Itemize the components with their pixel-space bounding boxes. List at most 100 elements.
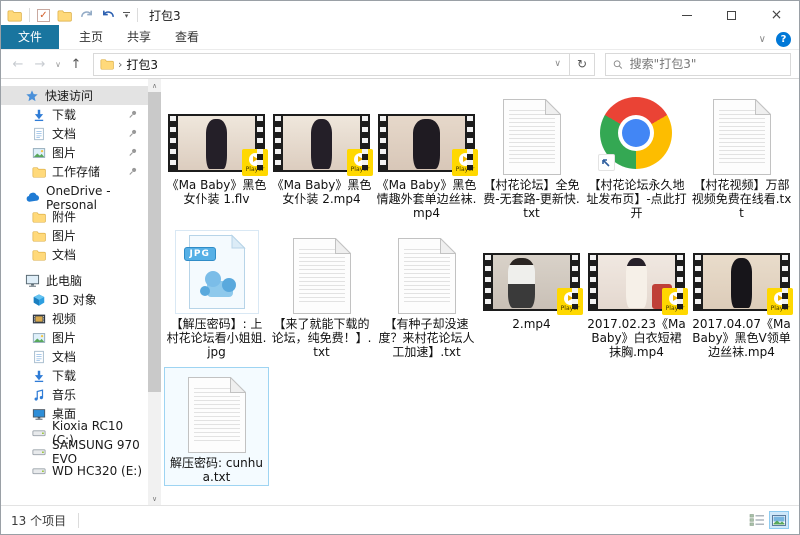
search-input[interactable] [630,57,784,71]
details-view-button[interactable] [749,513,765,527]
sidebar-item-pc-pictures[interactable]: 图片 [1,328,148,347]
text-file-icon [188,377,246,453]
scroll-down-icon[interactable]: ∨ [152,492,157,505]
sidebar-item-label: 下载 [52,367,76,384]
undo-icon[interactable] [101,8,116,23]
sidebar-item-work-storage[interactable]: 工作存储 [1,162,148,181]
back-button[interactable]: ← [9,57,27,72]
thumbnail-view-icon [772,515,786,526]
image-file-frame: JPG [175,230,259,314]
sidebar-item-pictures[interactable]: 图片 [1,143,148,162]
sidebar-item-drive-samsung[interactable]: SAMSUNG 970 EVO [1,442,148,461]
refresh-button[interactable]: ↻ [570,53,595,76]
help-icon[interactable]: ? [776,32,791,47]
new-folder-icon[interactable] [57,8,72,23]
sidebar-scrollbar[interactable]: ∧ ∨ [148,79,161,505]
pin-icon [127,109,138,120]
breadcrumb-chevron-icon[interactable]: › [118,58,122,71]
sidebar-item-downloads[interactable]: 下载 [1,105,148,124]
sidebar-item-this-pc[interactable]: 此电脑 [1,271,148,290]
sidebar-item-label: 下载 [52,106,76,123]
recent-locations-dropdown[interactable]: ∨ [53,60,63,69]
play-icon [459,153,472,166]
video-thumbnail: Player [693,253,790,311]
sidebar-item-pc-documents[interactable]: 文档 [1,347,148,366]
thumbnail-view-button[interactable] [769,511,789,529]
file-name: 《Ma Baby》黑色情趣外套单边丝袜.mp4 [376,178,477,220]
file-item-video-3[interactable]: Player 《Ma Baby》黑色情趣外套单边丝袜.mp4 [374,89,479,222]
tab-home[interactable]: 主页 [67,25,115,49]
drive-icon [32,445,46,459]
sidebar-item-documents[interactable]: 文档 [1,124,148,143]
cube-icon [32,293,46,307]
sidebar-item-3d-objects[interactable]: 3D 对象 [1,290,148,309]
folder-icon [32,248,46,262]
sidebar-item-drive-e[interactable]: WD HC320 (E:) [1,461,148,480]
file-item-txt-3[interactable]: 【来了就能下载的论坛，纯免费！】.txt [269,228,374,361]
text-file-icon [503,99,561,175]
toolbar-separator [137,8,138,22]
document-icon [32,350,46,364]
file-item-txt-selected[interactable]: 解压密码: cunhua.txt [164,367,269,486]
player-badge: Player [557,288,583,315]
file-item-video-2[interactable]: Player 《Ma Baby》黑色女仆装 2.mp4 [269,89,374,222]
expand-ribbon-icon[interactable]: ∨ [759,34,766,45]
pin-icon [127,128,138,139]
file-item-txt-2[interactable]: 【村花视频】万部视频免费在线看.txt [689,89,794,222]
sidebar-item-label: SAMSUNG 970 EVO [52,438,148,466]
file-item-video-4[interactable]: Player 2.mp4 [479,228,584,361]
file-item-video-6[interactable]: Player 2017.04.07《Ma Baby》黑色V领单边丝袜.mp4 [689,228,794,361]
file-item-video-1[interactable]: Player 《Ma Baby》黑色女仆装 1.flv [164,89,269,222]
file-item-jpg[interactable]: JPG 【解压密码】: 上村花论坛看小姐姐.jpg [164,228,269,361]
desktop-icon [32,407,46,421]
sidebar-item-pc-downloads[interactable]: 下载 [1,366,148,385]
video-thumbnail: Player [588,253,685,311]
file-item-chrome-shortcut[interactable]: 【村花论坛永久地址发布页】-点此打开 [584,89,689,222]
sidebar-item-onedrive-pictures[interactable]: 图片 [1,226,148,245]
customize-toolbar-dropdown[interactable]: ▾ [123,12,130,19]
minimize-button[interactable] [664,1,709,29]
sidebar-item-music[interactable]: 音乐 [1,385,148,404]
scroll-up-icon[interactable]: ∧ [152,79,157,92]
shortcut-arrow-icon [598,154,615,171]
file-name: 解压密码: cunhua.txt [166,456,267,484]
sidebar-item-onedrive[interactable]: OneDrive - Personal [1,188,148,207]
close-button[interactable]: × [754,1,799,29]
star-icon [25,89,39,103]
sidebar-item-onedrive-documents[interactable]: 文档 [1,245,148,264]
navigation-bar: ← → ∨ ↑ › 打包3 ∨ ↻ [1,50,799,79]
redo-icon[interactable] [79,8,94,23]
breadcrumb[interactable]: 打包3 [126,56,158,73]
sidebar-item-videos[interactable]: 视频 [1,309,148,328]
play-icon [249,153,262,166]
jpg-badge: JPG [184,247,216,261]
file-name: 【村花论坛】全免费-无套路-更新快.txt [481,178,582,220]
jpg-file-icon [185,233,249,311]
folder-icon [32,229,46,243]
file-item-video-5[interactable]: Player 2017.02.23《Ma Baby》白衣短裙抹胸.mp4 [584,228,689,361]
tab-view[interactable]: 查看 [163,25,211,49]
file-item-txt-1[interactable]: 【村花论坛】全免费-无套路-更新快.txt [479,89,584,222]
tab-file[interactable]: 文件 [1,25,59,49]
address-bar[interactable]: › 打包3 ∨ [93,53,570,76]
body-area: 快速访问 下载 文档 图片 [1,79,799,505]
sidebar-item-label: 图片 [52,227,76,244]
player-badge: Player [242,149,268,176]
file-name: 【解压密码】: 上村花论坛看小姐姐.jpg [166,317,267,359]
search-box[interactable] [605,53,791,76]
toolbar-separator [29,8,30,22]
sidebar-item-quick-access[interactable]: 快速访问 [1,86,148,105]
scrollbar-thumb[interactable] [148,92,161,392]
checkbox-toolbar-icon[interactable]: ✓ [37,9,50,22]
forward-button[interactable]: → [31,57,49,72]
tab-share[interactable]: 共享 [115,25,163,49]
maximize-button[interactable] [709,1,754,29]
sidebar-item-label: 附件 [52,208,76,225]
status-separator [78,513,79,528]
file-item-txt-4[interactable]: 【有种子却没速度？来村花论坛人工加速】.txt [374,228,479,361]
file-name: 《Ma Baby》黑色女仆装 1.flv [166,178,267,206]
address-dropdown-icon[interactable]: ∨ [550,59,565,69]
folder-icon [32,165,46,179]
up-button[interactable]: ↑ [67,57,85,72]
sidebar-item-label: 图片 [52,144,76,161]
